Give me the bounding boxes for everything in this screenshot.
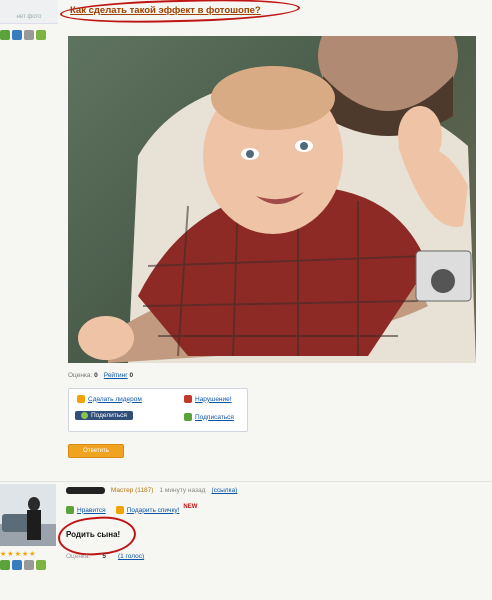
answer-stars: ★ ★ ★ ★ ★ bbox=[0, 550, 35, 558]
reit-value: 0 bbox=[129, 372, 134, 379]
votes-link[interactable]: (1 голос) bbox=[118, 553, 144, 560]
share-label: Поделиться bbox=[91, 412, 127, 419]
share-button[interactable]: Поделиться bbox=[75, 411, 133, 420]
question-title[interactable]: Как сделать такой эффект в фотошопе? bbox=[70, 5, 261, 16]
subscribe-icon bbox=[184, 413, 192, 421]
like-icon bbox=[66, 506, 74, 514]
profile-icon bbox=[12, 30, 22, 40]
camera-icon bbox=[24, 30, 34, 40]
thank-link[interactable]: Подарить спичку! bbox=[115, 506, 180, 514]
answer-author[interactable]: Аюдмила bbox=[66, 487, 105, 494]
avatar-image bbox=[0, 484, 56, 546]
star-icon: ★ bbox=[0, 551, 7, 558]
leader-icon bbox=[77, 395, 85, 403]
make-leader-link[interactable]: Сделать лидером bbox=[77, 395, 142, 403]
star-icon: ★ bbox=[14, 551, 21, 558]
answer-rating-value: 5 bbox=[102, 553, 106, 560]
subscribe-label: Подписаться bbox=[195, 413, 234, 421]
gift-icon bbox=[115, 506, 124, 514]
subscribe-link[interactable]: Подписаться bbox=[184, 413, 234, 421]
star-icon: ★ bbox=[21, 551, 29, 558]
violation-icon bbox=[184, 395, 192, 403]
like-label: Нравится bbox=[77, 506, 106, 514]
baby-photo-illustration bbox=[78, 36, 476, 363]
camera-icon bbox=[24, 560, 34, 570]
thank-label: Подарить спичку! bbox=[126, 506, 180, 514]
answer-text: Родить сына! bbox=[66, 530, 121, 539]
reit-group: Рейтинг 0 bbox=[104, 372, 133, 379]
new-badge: NEW bbox=[183, 504, 198, 510]
answer-rank: Мастер (1187) bbox=[110, 487, 154, 494]
question-avatar: нет фото bbox=[0, 0, 58, 24]
rating-label-group: Оценка: 0 bbox=[68, 372, 98, 379]
question-rating-row: Оценка: 0 Рейтинг 0 bbox=[68, 372, 133, 379]
make-leader-label: Сделать лидером bbox=[88, 395, 142, 403]
answer-author-icons bbox=[0, 560, 46, 570]
answer-rating-row: Оценка: 5 (1 голос) bbox=[66, 553, 144, 560]
rating-value: 0 bbox=[94, 372, 98, 379]
status-icon bbox=[0, 560, 10, 570]
action-box: Сделать лидером Нарушение! Поделиться По… bbox=[68, 388, 248, 432]
like-link[interactable]: Нравится bbox=[66, 506, 106, 514]
answer-actions: Нравится Подарить спичку! NEW bbox=[66, 504, 198, 514]
answer-rating-label: Оценка: bbox=[66, 553, 91, 560]
no-photo-label: нет фото bbox=[16, 14, 42, 20]
question-photo[interactable] bbox=[68, 36, 476, 363]
star-icon: ★ bbox=[29, 551, 36, 558]
answer-avatar[interactable] bbox=[0, 484, 56, 546]
share-icon bbox=[81, 412, 88, 419]
status-icon bbox=[0, 30, 10, 40]
answer-time: 1 минуту назад bbox=[159, 487, 206, 494]
answer-button[interactable]: Ответить bbox=[68, 444, 124, 458]
answer-link[interactable]: (ссылка) bbox=[211, 487, 237, 494]
rating-link[interactable]: Рейтинг bbox=[104, 372, 128, 379]
author-icons bbox=[0, 30, 46, 40]
bookmark-icon bbox=[36, 560, 46, 570]
violation-label: Нарушение! bbox=[195, 395, 232, 403]
share-button-wrap: Поделиться bbox=[75, 411, 133, 420]
answer-meta: Аюдмила Мастер (1187) 1 минуту назад (сс… bbox=[66, 487, 237, 494]
bookmark-icon bbox=[36, 30, 46, 40]
violation-link[interactable]: Нарушение! bbox=[184, 395, 232, 403]
profile-icon bbox=[12, 560, 22, 570]
divider bbox=[0, 481, 492, 482]
rating-label: Оценка: bbox=[68, 372, 93, 379]
star-icon: ★ bbox=[7, 551, 14, 558]
